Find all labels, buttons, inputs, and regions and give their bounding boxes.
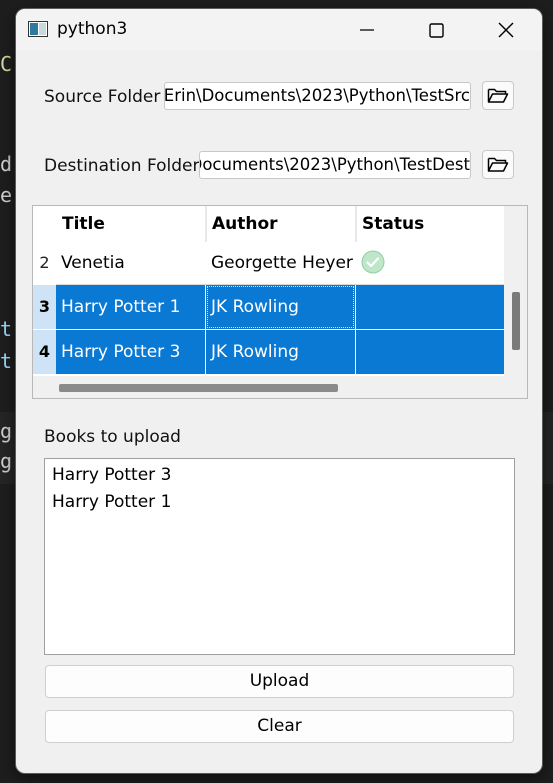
row-number[interactable]: 2 [33,242,56,284]
close-button[interactable] [483,9,529,51]
minimize-icon [360,29,374,31]
row-number[interactable]: 3 [33,285,56,329]
destination-folder-value: C:\Users\Erin\Documents\2023\Python\Test… [200,155,470,174]
folder-open-icon [487,157,509,172]
folder-open-icon [487,88,509,103]
list-item[interactable]: Harry Potter 1 [52,492,171,512]
column-header-status[interactable]: Status [356,206,504,242]
title-bar: python3 [16,9,542,51]
close-icon [498,22,514,38]
column-divider [205,206,207,242]
cell-author[interactable]: Georgette Heyer [206,242,356,284]
cell-title[interactable]: Venetia [56,242,206,284]
upload-button[interactable]: Upload [45,665,514,698]
column-divider [355,206,357,242]
cell-author[interactable]: JK Rowling [206,285,355,329]
window-title: python3 [57,19,128,39]
app-icon [28,21,48,37]
row-number[interactable]: 4 [33,330,56,374]
clear-button[interactable]: Clear [45,710,514,743]
destination-folder-label: Destination Folder [44,156,200,176]
check-circle-icon [361,250,385,274]
cell-author[interactable]: JK Rowling [206,330,355,374]
app-window: python3 Source Folder C:\Users\Erin\Docu… [16,9,542,773]
cell-status[interactable] [356,285,504,329]
destination-folder-input[interactable]: C:\Users\Erin\Documents\2023\Python\Test… [199,151,471,179]
maximize-icon [428,22,444,38]
upload-listbox[interactable]: Harry Potter 3 Harry Potter 1 [44,458,515,655]
cell-status[interactable] [356,242,504,284]
column-header-author[interactable]: Author [206,206,356,242]
cell-title[interactable]: Harry Potter 3 [56,330,205,374]
horizontal-scrollbar-thumb[interactable] [59,384,338,392]
list-item[interactable]: Harry Potter 3 [52,465,171,485]
minimize-button[interactable] [344,9,390,51]
table-corner [33,206,56,242]
source-folder-input[interactable]: C:\Users\Erin\Documents\2023\Python\Test… [164,82,471,110]
maximize-button[interactable] [413,9,459,51]
source-folder-label: Source Folder [44,87,161,107]
destination-browse-button[interactable] [482,150,514,179]
column-header-title[interactable]: Title [56,206,206,242]
vertical-scrollbar-thumb[interactable] [512,292,520,350]
source-browse-button[interactable] [482,81,514,110]
row-divider [56,284,504,285]
cell-status[interactable] [356,330,504,374]
books-to-upload-label: Books to upload [44,427,181,447]
source-folder-value: C:\Users\Erin\Documents\2023\Python\Test… [164,86,470,105]
books-table[interactable]: Title Author Status 2 Venetia Georgette … [32,205,528,399]
cell-title[interactable]: Harry Potter 1 [56,285,205,329]
